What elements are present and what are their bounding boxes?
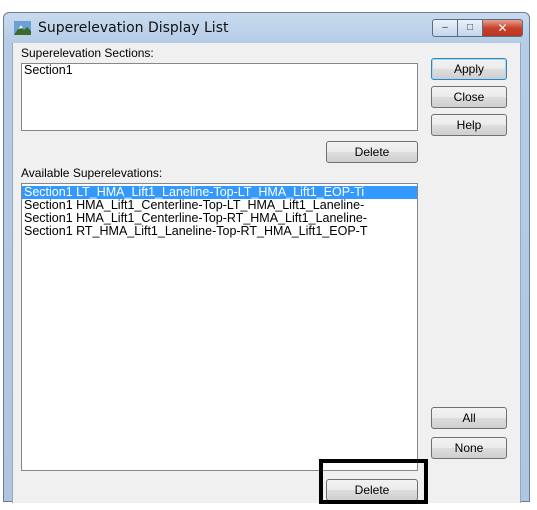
title-bar[interactable]: Superelevation Display List – □ ✕ bbox=[4, 13, 529, 43]
available-listbox[interactable]: Section1 LT_HMA_Lift1_Laneline-Top-LT_HM… bbox=[21, 183, 418, 471]
maximize-button[interactable]: □ bbox=[457, 19, 483, 37]
close-window-button[interactable]: ✕ bbox=[482, 19, 523, 37]
sections-label: Superelevation Sections: bbox=[21, 46, 154, 60]
none-button[interactable]: None bbox=[431, 437, 507, 459]
all-button[interactable]: All bbox=[431, 407, 507, 429]
apply-button[interactable]: Apply bbox=[431, 58, 507, 80]
dialog-body: Superelevation Sections: Section1 Delete… bbox=[12, 43, 521, 503]
sections-listbox[interactable]: Section1 bbox=[21, 63, 418, 131]
list-item[interactable]: Section1 bbox=[22, 64, 417, 77]
close-button[interactable]: Close bbox=[431, 86, 507, 108]
window-title: Superelevation Display List bbox=[38, 20, 229, 36]
help-button[interactable]: Help bbox=[431, 114, 507, 136]
available-label: Available Superelevations: bbox=[21, 166, 163, 180]
superelevation-display-list-window: Superelevation Display List – □ ✕ Supere… bbox=[3, 12, 530, 503]
minimize-button[interactable]: – bbox=[432, 19, 458, 37]
delete-highlight-box bbox=[319, 459, 428, 504]
app-icon bbox=[14, 21, 31, 35]
list-item[interactable]: Section1 RT_HMA_Lift1_Laneline-Top-RT_HM… bbox=[22, 225, 417, 238]
sections-delete-button[interactable]: Delete bbox=[326, 141, 418, 163]
